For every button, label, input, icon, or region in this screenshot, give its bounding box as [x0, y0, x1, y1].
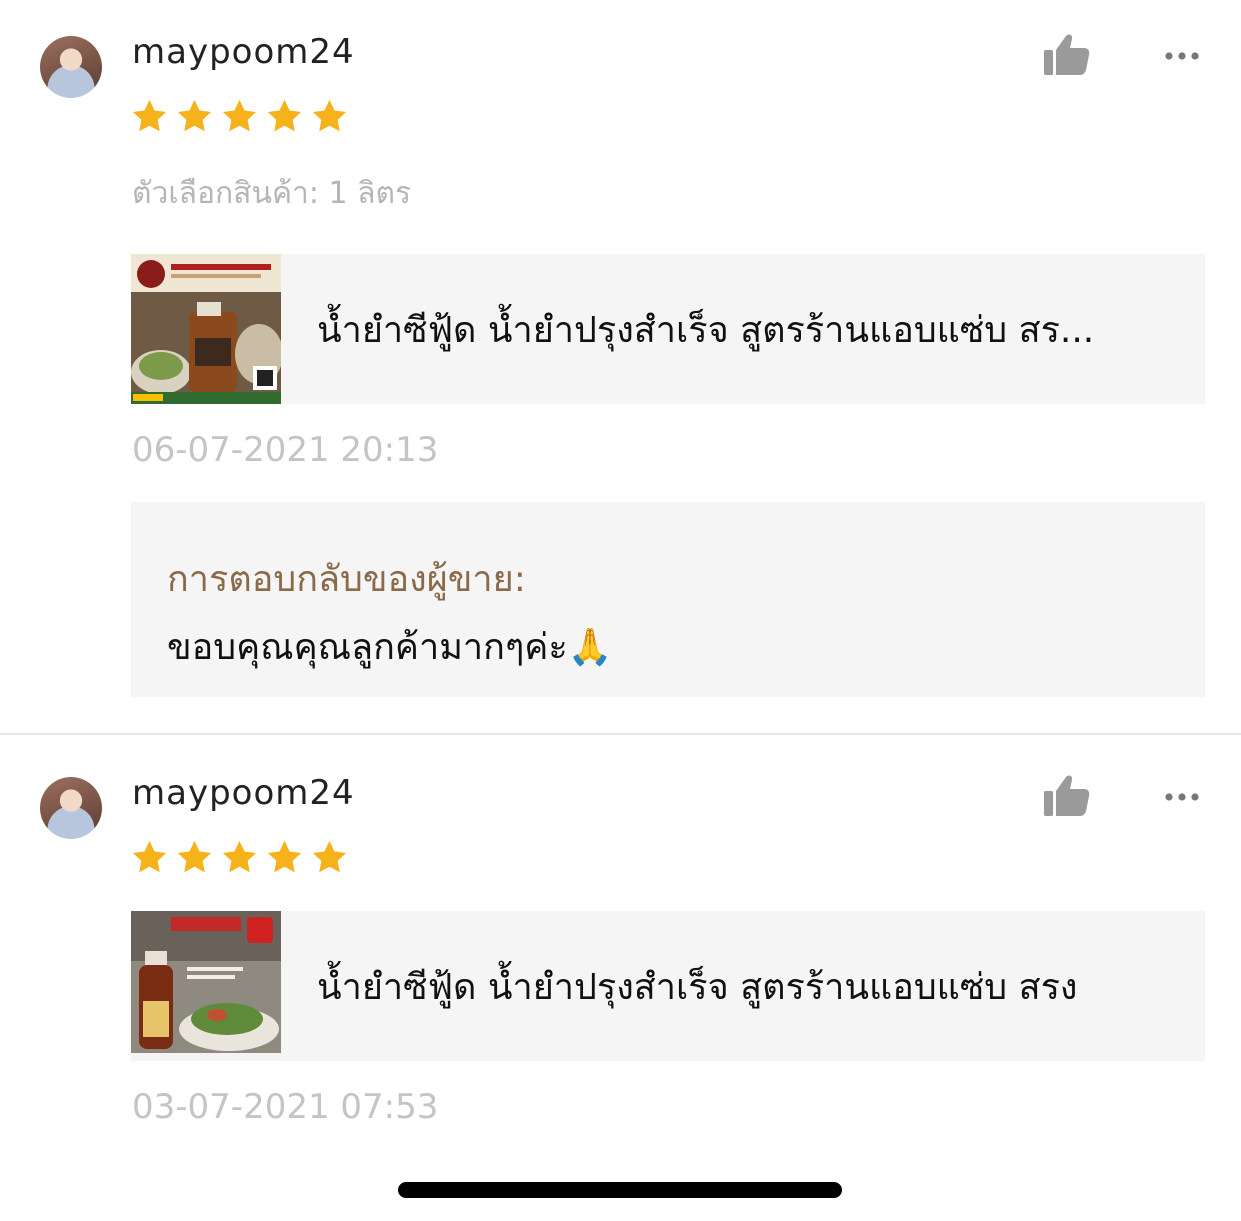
star-icon — [310, 838, 349, 877]
star-icon — [130, 97, 169, 136]
product-thumbnail[interactable] — [131, 254, 281, 404]
product-name[interactable]: น้ำยำซีฟู้ด น้ำยำปรุงสำเร็จ สูตรร้านแอบแ… — [317, 254, 1165, 404]
star-icon — [265, 838, 304, 877]
star-rating — [130, 838, 349, 877]
star-icon — [175, 838, 214, 877]
seller-reply: การตอบกลับของผู้ขาย: ขอบคุณคุณลูกค้ามากๆ… — [131, 502, 1205, 697]
star-icon — [130, 838, 169, 877]
home-indicator[interactable] — [398, 1182, 842, 1198]
avatar[interactable] — [40, 777, 102, 839]
product-card[interactable]: น้ำยำซีฟู้ด น้ำยำปรุงสำเร็จ สูตรร้านแอบแ… — [131, 254, 1205, 404]
avatar[interactable] — [40, 36, 102, 98]
seller-reply-title: การตอบกลับของผู้ขาย: — [167, 559, 526, 600]
thumbs-up-icon[interactable] — [1044, 33, 1090, 75]
star-icon — [175, 97, 214, 136]
review-divider — [0, 733, 1241, 735]
product-card[interactable]: น้ำยำซีฟู้ด น้ำยำปรุงสำเร็จ สูตรร้านแอบแ… — [131, 911, 1205, 1061]
star-icon — [220, 97, 259, 136]
review-timestamp: 03-07-2021 07:53 — [132, 1087, 439, 1127]
username[interactable]: maypoom24 — [132, 773, 355, 813]
product-name[interactable]: น้ำยำซีฟู้ด น้ำยำปรุงสำเร็จ สูตรร้านแอบแ… — [317, 911, 1165, 1061]
star-icon — [265, 97, 304, 136]
product-thumbnail[interactable] — [131, 911, 281, 1061]
review-timestamp: 06-07-2021 20:13 — [132, 430, 439, 470]
username[interactable]: maypoom24 — [132, 32, 355, 72]
star-icon — [220, 838, 259, 877]
more-options-icon[interactable] — [1164, 791, 1200, 803]
star-icon — [310, 97, 349, 136]
more-options-icon[interactable] — [1164, 50, 1200, 62]
star-rating — [130, 97, 349, 136]
seller-reply-text: ขอบคุณคุณลูกค้ามากๆค่ะ🙏 — [167, 627, 613, 668]
product-variant: ตัวเลือกสินค้า: 1 ลิตร — [132, 176, 412, 211]
thumbs-up-icon[interactable] — [1044, 774, 1090, 816]
